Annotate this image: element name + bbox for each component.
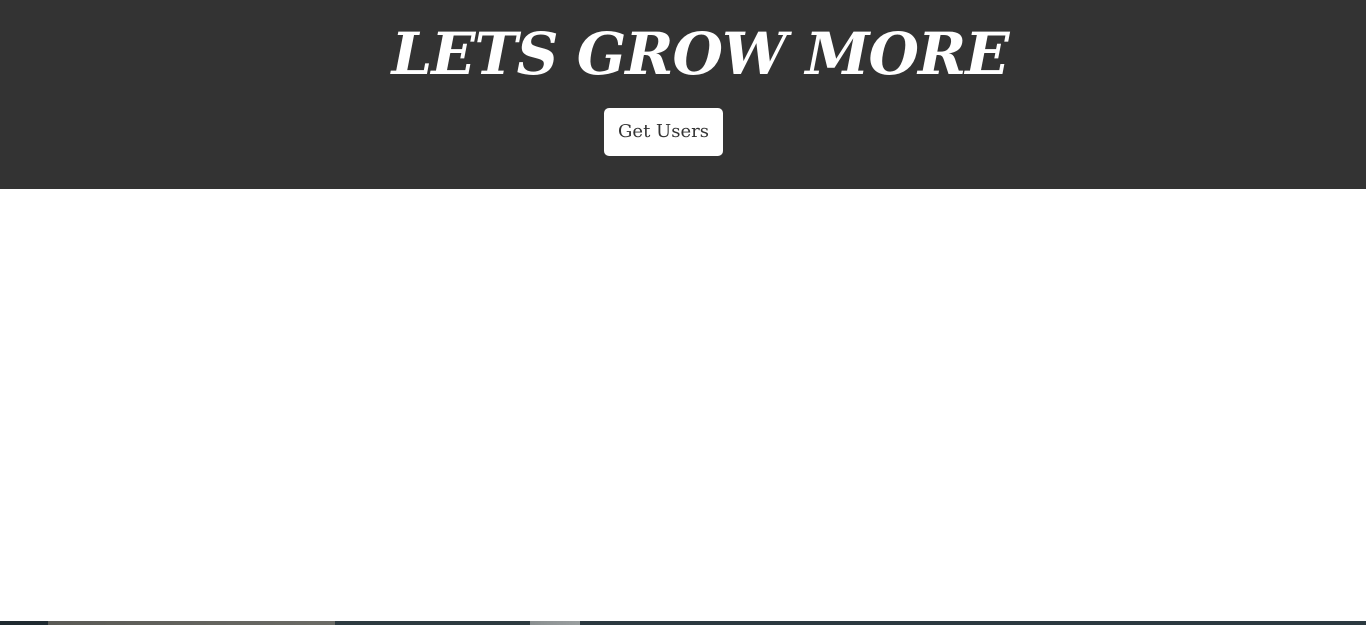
get-users-button[interactable]: Get Users: [604, 108, 723, 156]
bottom-edge-strip: [0, 621, 1366, 625]
page-title: LETS GROW MORE: [391, 20, 1010, 88]
page-header: LETS GROW MORE Get Users: [0, 0, 1366, 189]
users-content-area: [0, 189, 1366, 621]
